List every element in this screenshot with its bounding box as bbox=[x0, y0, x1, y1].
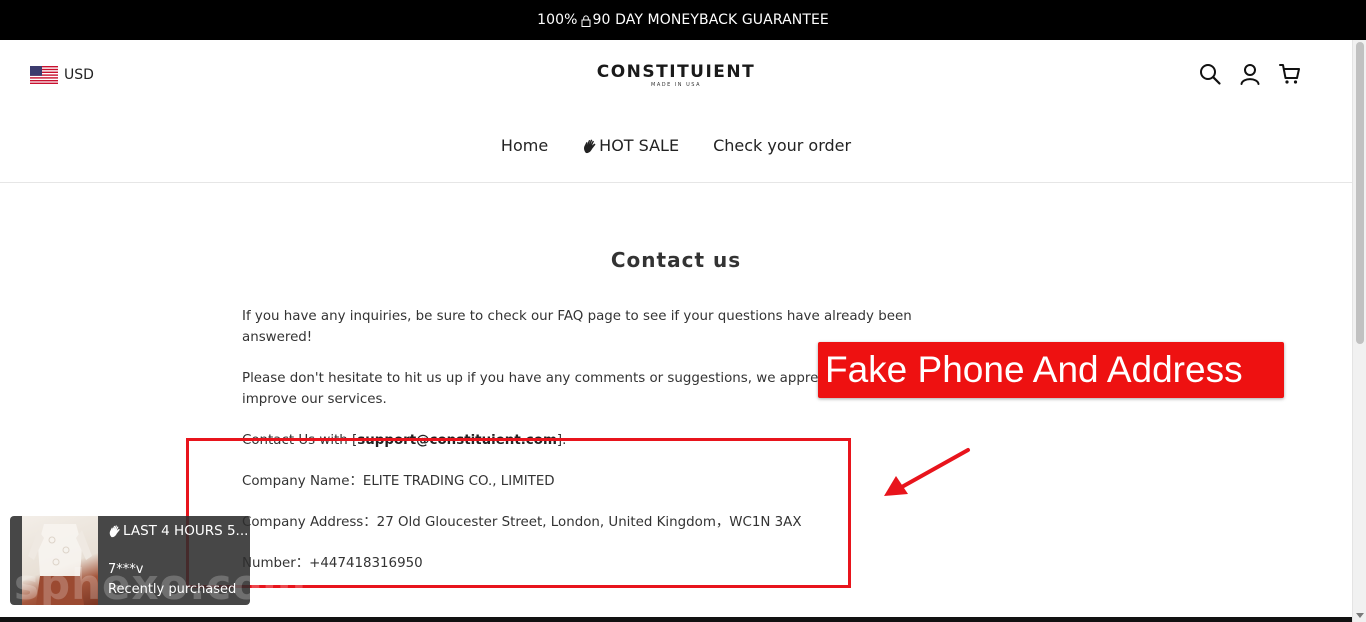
announcement-text: 90 DAY MONEYBACK GUARANTEE bbox=[592, 12, 829, 28]
announcement-bar: 100% 90 DAY MONEYBACK GUARANTEE bbox=[0, 0, 1366, 40]
site-logo[interactable]: CONSTITUIENT MADE IN USA bbox=[596, 64, 756, 90]
page-title: Contact us bbox=[610, 248, 742, 272]
product-thumbnail bbox=[22, 516, 98, 605]
page-scrollbar[interactable] bbox=[1352, 40, 1366, 622]
annotation-arrow-icon bbox=[884, 448, 970, 496]
logo-tagline: MADE IN USA bbox=[651, 82, 701, 88]
scroll-down-arrow-icon[interactable] bbox=[1356, 613, 1364, 618]
nav-item-check-order[interactable]: Check your order bbox=[713, 136, 851, 155]
logo-wordmark: CONSTITUIENT bbox=[596, 62, 756, 82]
waving-hand-icon bbox=[584, 139, 596, 153]
popup-user: 7***v bbox=[108, 562, 144, 577]
announcement-prefix: 100% bbox=[537, 12, 578, 28]
nav-item-home[interactable]: Home bbox=[501, 136, 548, 155]
site-header: USD CONSTITUIENT MADE IN USA Home HOT SA… bbox=[0, 40, 1352, 183]
cart-icon[interactable] bbox=[1278, 62, 1302, 86]
feedback-line-1: Please don't hesitate to hit us up if yo… bbox=[242, 371, 852, 386]
nav-item-hot-sale[interactable]: HOT SALE bbox=[582, 136, 679, 155]
recent-purchase-popup[interactable]: LAST 4 HOURS 5... 7***v Recently purchas… bbox=[10, 516, 250, 605]
nav-item-label: Check your order bbox=[713, 136, 852, 155]
annotation-label: Fake Phone And Address bbox=[818, 342, 1284, 398]
header-icons bbox=[1198, 62, 1302, 86]
popup-title-text: LAST 4 HOURS 5... bbox=[123, 523, 249, 539]
currency-selector[interactable]: USD bbox=[30, 66, 94, 84]
us-flag-icon bbox=[30, 66, 58, 84]
main-nav: Home HOT SALE Check your order bbox=[0, 136, 1352, 155]
nav-item-label: Home bbox=[500, 136, 549, 155]
account-icon[interactable] bbox=[1238, 62, 1262, 86]
lace-top-image-icon bbox=[28, 524, 92, 605]
lock-icon bbox=[581, 15, 591, 27]
scrollbar-thumb[interactable] bbox=[1356, 42, 1364, 344]
highlight-box bbox=[186, 438, 851, 588]
popup-note: Recently purchased bbox=[108, 582, 237, 597]
waving-hand-icon bbox=[109, 525, 120, 538]
feedback-line-2: improve our services. bbox=[242, 392, 387, 407]
nav-item-label: HOT SALE bbox=[599, 136, 680, 155]
popup-title: LAST 4 HOURS 5... bbox=[108, 523, 248, 539]
currency-label: USD bbox=[64, 67, 94, 83]
bottom-bar bbox=[0, 617, 1352, 622]
search-icon[interactable] bbox=[1198, 62, 1222, 86]
